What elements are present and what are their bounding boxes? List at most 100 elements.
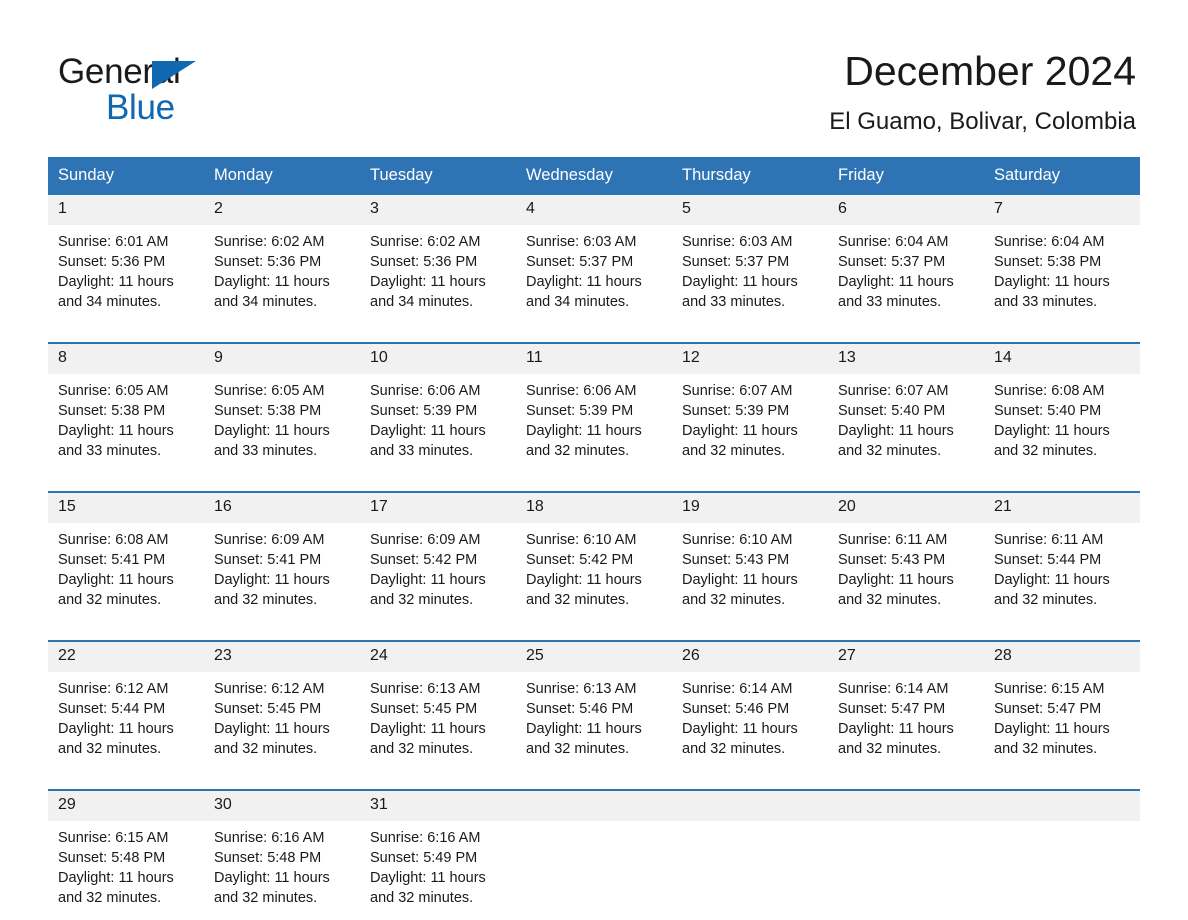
daylight-text: Daylight: 11 hours and 32 minutes. — [682, 423, 798, 459]
weekday-header-saturday: Saturday — [984, 157, 1140, 194]
day-detail-cell[interactable]: Sunrise: 6:16 AM Sunset: 5:48 PM Dayligh… — [204, 821, 360, 920]
day-detail-cell[interactable]: Sunrise: 6:16 AM Sunset: 5:49 PM Dayligh… — [360, 821, 516, 920]
day-detail-cell[interactable]: Sunrise: 6:08 AM Sunset: 5:41 PM Dayligh… — [48, 523, 204, 622]
day-number-cell[interactable]: 19 — [672, 491, 828, 523]
day-detail-cell[interactable]: Sunrise: 6:14 AM Sunset: 5:46 PM Dayligh… — [672, 672, 828, 771]
day-detail-cell[interactable]: Sunrise: 6:05 AM Sunset: 5:38 PM Dayligh… — [48, 374, 204, 473]
day-detail-cell[interactable]: Sunrise: 6:06 AM Sunset: 5:39 PM Dayligh… — [360, 374, 516, 473]
sunset-text: Sunset: 5:45 PM — [370, 701, 478, 717]
sunrise-text: Sunrise: 6:05 AM — [58, 383, 169, 399]
week-spacer-cell — [48, 324, 1140, 343]
daylight-text: Daylight: 11 hours and 32 minutes. — [214, 721, 330, 757]
sunrise-text: Sunrise: 6:03 AM — [526, 234, 637, 250]
day-detail-cell[interactable]: Sunrise: 6:02 AM Sunset: 5:36 PM Dayligh… — [204, 225, 360, 324]
day-detail-cell[interactable]: Sunrise: 6:10 AM Sunset: 5:43 PM Dayligh… — [672, 523, 828, 622]
day-number-cell[interactable]: 6 — [828, 193, 984, 225]
sunset-text: Sunset: 5:43 PM — [838, 552, 946, 568]
day-detail-cell[interactable]: Sunrise: 6:05 AM Sunset: 5:38 PM Dayligh… — [204, 374, 360, 473]
day-detail-cell[interactable]: Sunrise: 6:03 AM Sunset: 5:37 PM Dayligh… — [672, 225, 828, 324]
calendar-table: Sunday Monday Tuesday Wednesday Thursday… — [48, 157, 1140, 920]
sunset-text: Sunset: 5:44 PM — [58, 701, 166, 717]
day-detail-cell[interactable]: Sunrise: 6:04 AM Sunset: 5:38 PM Dayligh… — [984, 225, 1140, 324]
daylight-text: Daylight: 11 hours and 33 minutes. — [370, 423, 486, 459]
daylight-text: Daylight: 11 hours and 32 minutes. — [526, 572, 642, 608]
sunrise-text: Sunrise: 6:09 AM — [370, 532, 481, 548]
sunrise-text: Sunrise: 6:13 AM — [526, 681, 637, 697]
sunrise-text: Sunrise: 6:07 AM — [838, 383, 949, 399]
day-detail-cell[interactable]: Sunrise: 6:03 AM Sunset: 5:37 PM Dayligh… — [516, 225, 672, 324]
day-number-cell[interactable]: 30 — [204, 789, 360, 821]
day-detail-cell[interactable]: Sunrise: 6:15 AM Sunset: 5:48 PM Dayligh… — [48, 821, 204, 920]
sunrise-text: Sunrise: 6:02 AM — [370, 234, 481, 250]
day-detail-cell[interactable]: Sunrise: 6:10 AM Sunset: 5:42 PM Dayligh… — [516, 523, 672, 622]
day-number-cell[interactable]: 21 — [984, 491, 1140, 523]
day-detail-cell[interactable]: Sunrise: 6:08 AM Sunset: 5:40 PM Dayligh… — [984, 374, 1140, 473]
day-number-cell[interactable]: 9 — [204, 342, 360, 374]
sunrise-text: Sunrise: 6:12 AM — [58, 681, 169, 697]
sunrise-text: Sunrise: 6:12 AM — [214, 681, 325, 697]
day-number-cell[interactable]: 18 — [516, 491, 672, 523]
sunrise-text: Sunrise: 6:13 AM — [370, 681, 481, 697]
day-number-cell[interactable]: 25 — [516, 640, 672, 672]
sunset-text: Sunset: 5:39 PM — [682, 403, 790, 419]
day-number-cell[interactable]: 16 — [204, 491, 360, 523]
sunset-text: Sunset: 5:48 PM — [214, 850, 322, 866]
day-number-cell[interactable]: 22 — [48, 640, 204, 672]
daylight-text: Daylight: 11 hours and 32 minutes. — [214, 572, 330, 608]
day-detail-cell[interactable]: Sunrise: 6:14 AM Sunset: 5:47 PM Dayligh… — [828, 672, 984, 771]
daylight-text: Daylight: 11 hours and 34 minutes. — [526, 274, 642, 310]
day-number-cell[interactable]: 15 — [48, 491, 204, 523]
day-detail-cell-empty — [516, 821, 672, 920]
sunrise-text: Sunrise: 6:04 AM — [994, 234, 1105, 250]
day-number-cell[interactable]: 24 — [360, 640, 516, 672]
sunrise-text: Sunrise: 6:11 AM — [994, 532, 1104, 548]
day-detail-cell[interactable]: Sunrise: 6:11 AM Sunset: 5:43 PM Dayligh… — [828, 523, 984, 622]
day-number-row: 22 23 24 25 26 27 28 — [48, 640, 1140, 672]
day-detail-cell[interactable]: Sunrise: 6:07 AM Sunset: 5:40 PM Dayligh… — [828, 374, 984, 473]
day-number-cell[interactable]: 12 — [672, 342, 828, 374]
day-number-cell[interactable]: 5 — [672, 193, 828, 225]
day-detail-cell[interactable]: Sunrise: 6:09 AM Sunset: 5:42 PM Dayligh… — [360, 523, 516, 622]
day-number-cell[interactable]: 14 — [984, 342, 1140, 374]
day-number-cell[interactable]: 1 — [48, 193, 204, 225]
day-number-cell[interactable]: 3 — [360, 193, 516, 225]
day-number-cell[interactable]: 31 — [360, 789, 516, 821]
day-number-cell[interactable]: 4 — [516, 193, 672, 225]
day-detail-cell[interactable]: Sunrise: 6:15 AM Sunset: 5:47 PM Dayligh… — [984, 672, 1140, 771]
day-number-cell[interactable]: 8 — [48, 342, 204, 374]
day-detail-cell[interactable]: Sunrise: 6:09 AM Sunset: 5:41 PM Dayligh… — [204, 523, 360, 622]
daylight-text: Daylight: 11 hours and 32 minutes. — [682, 721, 798, 757]
day-detail-cell[interactable]: Sunrise: 6:11 AM Sunset: 5:44 PM Dayligh… — [984, 523, 1140, 622]
weekday-header-monday: Monday — [204, 157, 360, 194]
sunset-text: Sunset: 5:42 PM — [526, 552, 634, 568]
day-number-cell[interactable]: 13 — [828, 342, 984, 374]
day-detail-cell[interactable]: Sunrise: 6:07 AM Sunset: 5:39 PM Dayligh… — [672, 374, 828, 473]
day-detail-cell[interactable]: Sunrise: 6:04 AM Sunset: 5:37 PM Dayligh… — [828, 225, 984, 324]
daylight-text: Daylight: 11 hours and 32 minutes. — [58, 870, 174, 906]
day-number-cell[interactable]: 2 — [204, 193, 360, 225]
day-number-cell[interactable]: 26 — [672, 640, 828, 672]
day-number-cell[interactable]: 23 — [204, 640, 360, 672]
day-detail-cell[interactable]: Sunrise: 6:06 AM Sunset: 5:39 PM Dayligh… — [516, 374, 672, 473]
day-number-cell-empty — [984, 789, 1140, 821]
daylight-text: Daylight: 11 hours and 32 minutes. — [370, 572, 486, 608]
day-number-cell[interactable]: 17 — [360, 491, 516, 523]
day-detail-cell[interactable]: Sunrise: 6:12 AM Sunset: 5:45 PM Dayligh… — [204, 672, 360, 771]
daylight-text: Daylight: 11 hours and 34 minutes. — [370, 274, 486, 310]
day-number-cell[interactable]: 29 — [48, 789, 204, 821]
weekday-header-friday: Friday — [828, 157, 984, 194]
day-detail-cell[interactable]: Sunrise: 6:12 AM Sunset: 5:44 PM Dayligh… — [48, 672, 204, 771]
day-detail-cell[interactable]: Sunrise: 6:13 AM Sunset: 5:45 PM Dayligh… — [360, 672, 516, 771]
day-detail-cell-empty — [828, 821, 984, 920]
day-number-cell[interactable]: 28 — [984, 640, 1140, 672]
day-detail-cell[interactable]: Sunrise: 6:02 AM Sunset: 5:36 PM Dayligh… — [360, 225, 516, 324]
day-number-cell[interactable]: 10 — [360, 342, 516, 374]
day-detail-cell[interactable]: Sunrise: 6:01 AM Sunset: 5:36 PM Dayligh… — [48, 225, 204, 324]
day-number-cell[interactable]: 7 — [984, 193, 1140, 225]
daylight-text: Daylight: 11 hours and 33 minutes. — [58, 423, 174, 459]
day-number-cell[interactable]: 27 — [828, 640, 984, 672]
day-number-cell[interactable]: 20 — [828, 491, 984, 523]
day-number-cell[interactable]: 11 — [516, 342, 672, 374]
day-detail-cell[interactable]: Sunrise: 6:13 AM Sunset: 5:46 PM Dayligh… — [516, 672, 672, 771]
week-spacer-cell — [48, 473, 1140, 492]
